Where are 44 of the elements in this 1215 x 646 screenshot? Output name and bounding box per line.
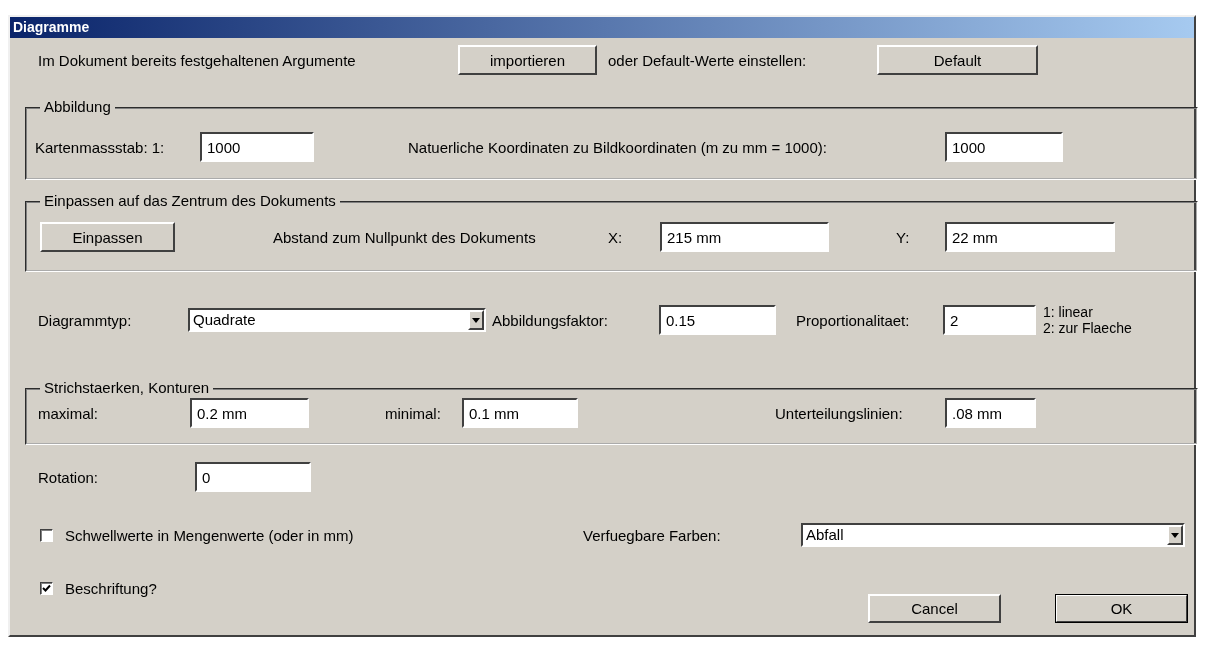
- min-field[interactable]: 0.1 mm: [462, 398, 578, 428]
- fit-button[interactable]: Einpassen: [40, 222, 175, 252]
- default-label: oder Default-Werte einstellen:: [607, 51, 808, 69]
- coords-field[interactable]: 1000: [945, 132, 1063, 162]
- import-label: Im Dokument bereits festgehaltenen Argumente: [38, 51, 357, 69]
- factor-field[interactable]: 0.15: [659, 305, 776, 335]
- coords-label: Natuerliche Koordinaten zu Bildkoordinaten (m zu mm = 1000):: [407, 138, 828, 156]
- checkbox[interactable]: [40, 581, 53, 595]
- checkbox-label: Schwellwerte in Mengenwerte (oder in mm): [65, 526, 354, 544]
- proportion-label: Proportionalitaet:: [795, 311, 911, 329]
- group-legend: Abbildung: [40, 98, 115, 115]
- checkbox[interactable]: [40, 528, 53, 542]
- x-label: X:: [608, 228, 624, 246]
- colors-dropdown[interactable]: Abfall: [801, 523, 1185, 547]
- checkbox-label: Beschriftung?: [65, 579, 157, 597]
- proportion-field[interactable]: 2: [943, 305, 1036, 335]
- ok-button[interactable]: OK: [1055, 594, 1188, 623]
- diagram-type-label: Diagrammtyp:: [38, 311, 133, 329]
- y-field[interactable]: 22 mm: [945, 222, 1115, 252]
- group-legend: Einpassen auf das Zentrum des Dokuments: [40, 192, 340, 209]
- cancel-button[interactable]: Cancel: [868, 594, 1001, 623]
- subdivision-field[interactable]: .08 mm: [945, 398, 1036, 428]
- subdivision-label: Unterteilungslinien:: [774, 404, 904, 422]
- scale-label: Kartenmassstab: 1:: [35, 138, 166, 156]
- dropdown-arrow-icon: [472, 317, 480, 323]
- rotation-field[interactable]: 0: [195, 462, 311, 492]
- group-legend: Strichstaerken, Konturen: [40, 379, 214, 396]
- default-button[interactable]: Default: [877, 45, 1038, 75]
- proportion-note: 2: zur Flaeche: [1043, 320, 1132, 336]
- distance-label: Abstand zum Nullpunkt des Dokuments: [272, 228, 537, 246]
- max-label: maximal:: [38, 404, 99, 422]
- y-label: Y:: [895, 228, 911, 246]
- rotation-label: Rotation:: [38, 468, 100, 486]
- dropdown-arrow-icon: [1171, 532, 1179, 538]
- min-label: minimal:: [384, 404, 442, 422]
- diagram-type-dropdown[interactable]: Quadrate: [188, 308, 486, 332]
- import-button[interactable]: importieren: [458, 45, 597, 75]
- scale-field[interactable]: 1000: [200, 132, 314, 162]
- x-field[interactable]: 215 mm: [660, 222, 829, 252]
- window-title: Diagramme: [10, 17, 1194, 38]
- max-field[interactable]: 0.2 mm: [190, 398, 309, 428]
- factor-label: Abbildungsfaktor:: [491, 311, 609, 329]
- colors-label: Verfuegbare Farben:: [583, 526, 722, 544]
- proportion-note: 1: linear: [1043, 304, 1094, 320]
